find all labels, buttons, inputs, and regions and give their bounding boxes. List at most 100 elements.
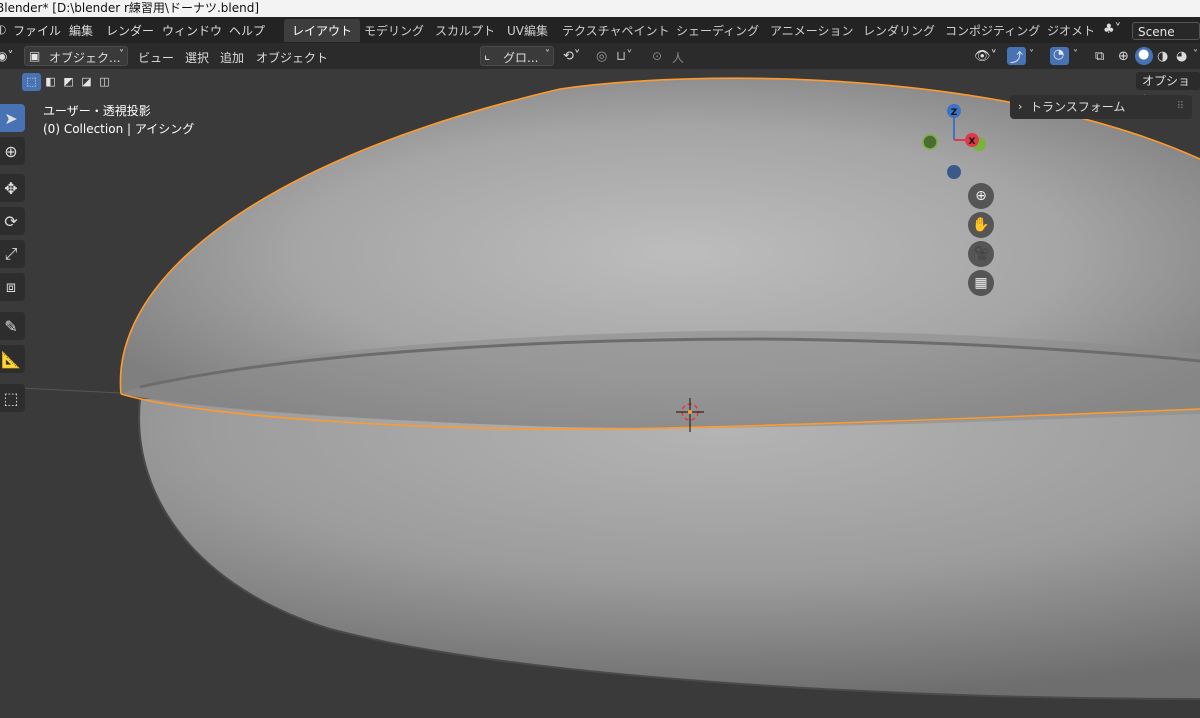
ruler-icon: 📐 (1, 349, 21, 369)
viewport-header: ◉˅ ▣ オブジェク... ˅ ビュー 選択 追加 オブジェクト ⌞ グロ...… (0, 43, 1200, 69)
tab-modeling[interactable]: モデリング (364, 22, 424, 39)
donut-mesh[interactable] (139, 399, 1200, 699)
hand-icon: ✋ (972, 217, 990, 233)
selection-mode-group: ⬚ ◧ ◩ ◪ ◫ (22, 73, 114, 91)
add-cube-tool[interactable]: ⬚ (0, 384, 25, 412)
axis-orientation-icon: ⌞ (484, 48, 491, 63)
solid-shading-button[interactable]: ● (1135, 47, 1153, 65)
menu-edit[interactable]: 編集 (69, 22, 93, 39)
collection-info: (0) Collection | アイシング (43, 122, 195, 136)
3d-viewport[interactable]: Z X ユーザー・透視投影 (0) Collection | アイシング ⊕ ✋… (0, 69, 1200, 718)
crosshair-icon: ⊕ (4, 141, 18, 161)
menu-select[interactable]: 選択 (185, 49, 209, 66)
menu-view[interactable]: ビュー (138, 49, 174, 66)
blender-logo-icon[interactable]: ◐ (0, 22, 6, 36)
tab-rendering[interactable]: レンダリング (863, 22, 935, 39)
snap-icon[interactable]: ◎ (596, 49, 607, 64)
move-icon: ✥ (4, 178, 18, 198)
scale-tool[interactable]: ⤢ (0, 240, 25, 268)
mode-label: オブジェク... (49, 51, 121, 65)
measure-tool[interactable]: 📐 (0, 345, 25, 373)
xray-toggle-icon[interactable]: ⧉ (1095, 49, 1104, 64)
camera-icon: 🎥 (972, 246, 990, 262)
chevron-down-icon[interactable]: ˅ (1193, 49, 1198, 60)
menu-add[interactable]: 追加 (220, 49, 244, 66)
rotate-tool[interactable]: ⟳ (0, 207, 25, 235)
proportional-falloff-label[interactable]: 人 (672, 49, 684, 66)
move-tool[interactable]: ✥ (0, 174, 25, 202)
viewport-scene: Z X (0, 77, 1200, 700)
menu-file[interactable]: ファイル (13, 22, 61, 39)
annotate-tool[interactable]: ✎ (0, 312, 25, 340)
axis-neg-z-icon (947, 165, 961, 179)
menu-window[interactable]: ウィンドウ (162, 22, 222, 39)
scene-selector-icon[interactable]: ♣˅ (1103, 22, 1121, 37)
axis-z-label: Z (951, 108, 958, 118)
transform-orientation-dropdown[interactable]: ⌞ グロ... ˅ (480, 46, 554, 66)
menu-help[interactable]: ヘルプ (229, 22, 265, 39)
grid-icon: ▦ (974, 275, 988, 291)
overlays-toggle-button[interactable]: ◔ (1050, 47, 1069, 65)
overlays-icon: ◔ (1053, 47, 1065, 62)
chevron-right-icon: › (1018, 100, 1023, 113)
chevron-down-icon[interactable]: ˅ (1029, 49, 1034, 60)
tab-uv-editing[interactable]: UV編集 (507, 22, 548, 39)
cursor-arrow-icon: ➤ (4, 108, 18, 128)
top-menubar: ◐ ファイル 編集 レンダー ウィンドウ ヘルプ レイアウト モデリング スカル… (0, 17, 1200, 43)
select-subtract-icon[interactable]: ◩ (60, 73, 77, 91)
tab-animation[interactable]: アニメーション (770, 22, 854, 39)
pencil-icon: ✎ (4, 316, 18, 336)
axis-x-label: X (969, 137, 976, 147)
menu-render[interactable]: レンダー (106, 22, 154, 39)
window-titlebar: Blender* [D:\blender r練習用\ドーナツ.blend] (0, 0, 1200, 17)
mode-selector[interactable]: ▣ オブジェク... ˅ (24, 46, 128, 66)
panel-title: トランスフォーム (1030, 100, 1126, 114)
camera-view-button[interactable]: 🎥 (968, 241, 994, 267)
snap-target-icon[interactable]: ⊔˅ (616, 49, 633, 64)
tab-shading[interactable]: シェーディング (676, 22, 759, 39)
rotate-icon: ⟳ (4, 211, 18, 231)
tab-geometry[interactable]: ジオメト (1047, 22, 1095, 39)
chevron-down-icon: ˅ (119, 49, 124, 60)
transform-tool[interactable]: ⧈ (0, 273, 25, 301)
gizmo-icon: ⤴ (1010, 51, 1024, 66)
tab-texture-paint[interactable]: テクスチャペイント (562, 22, 670, 39)
zoom-view-button[interactable]: ⊕ (968, 183, 994, 209)
scene-name-field[interactable]: Scene (1132, 22, 1200, 40)
proportional-editing-icon[interactable]: ⊙ (652, 49, 662, 63)
rendered-shading-icon[interactable]: ◕ (1176, 49, 1187, 64)
menu-object[interactable]: オブジェクト (256, 49, 328, 66)
tab-compositing[interactable]: コンポジティング (945, 22, 1040, 39)
material-shading-icon[interactable]: ◑ (1157, 49, 1168, 64)
tab-layout[interactable]: レイアウト (284, 19, 361, 42)
perspective-toggle-button[interactable]: ▦ (968, 270, 994, 296)
drag-handle-icon[interactable]: ⠿ (1177, 95, 1184, 119)
pivot-point-icon[interactable]: ⟲˅ (563, 49, 580, 64)
options-dropdown[interactable]: オプション (1136, 72, 1200, 106)
visibility-eye-icon[interactable]: 👁˅ (974, 49, 997, 64)
window-title: Blender* [D:\blender r練習用\ドーナツ.blend] (0, 1, 260, 15)
editor-type-icon[interactable]: ◉˅ (0, 49, 13, 63)
select-intersect-icon[interactable]: ◫ (96, 73, 113, 91)
select-invert-icon[interactable]: ◪ (78, 73, 95, 91)
chevron-down-icon: ˅ (545, 49, 550, 60)
chevron-down-icon[interactable]: ˅ (1073, 49, 1078, 60)
tab-sculpt[interactable]: スカルプト (435, 22, 495, 39)
select-box-tool[interactable]: ➤ (0, 104, 25, 132)
axis-neg-y-icon (922, 134, 938, 150)
scale-icon: ⤢ (4, 244, 18, 263)
orientation-label: グロ... (503, 51, 539, 65)
wireframe-shading-icon[interactable]: ⊕ (1118, 49, 1129, 64)
object-mode-icon: ▣ (29, 49, 41, 63)
view-name: ユーザー・透視投影 (43, 104, 151, 118)
transform-icon: ⧈ (5, 277, 17, 296)
cursor-tool[interactable]: ⊕ (0, 137, 25, 165)
select-extend-icon[interactable]: ◧ (42, 73, 59, 91)
select-new-icon[interactable]: ⬚ (22, 73, 41, 91)
sidebar-transform-panel[interactable]: › トランスフォーム ⠿ (1010, 95, 1192, 119)
gizmo-toggle-button[interactable]: ⤴ (1007, 47, 1026, 66)
solid-shading-icon: ● (1138, 47, 1150, 62)
pan-view-button[interactable]: ✋ (968, 212, 994, 238)
zoom-icon: ⊕ (975, 188, 987, 204)
cube-icon: ⬚ (3, 388, 19, 408)
